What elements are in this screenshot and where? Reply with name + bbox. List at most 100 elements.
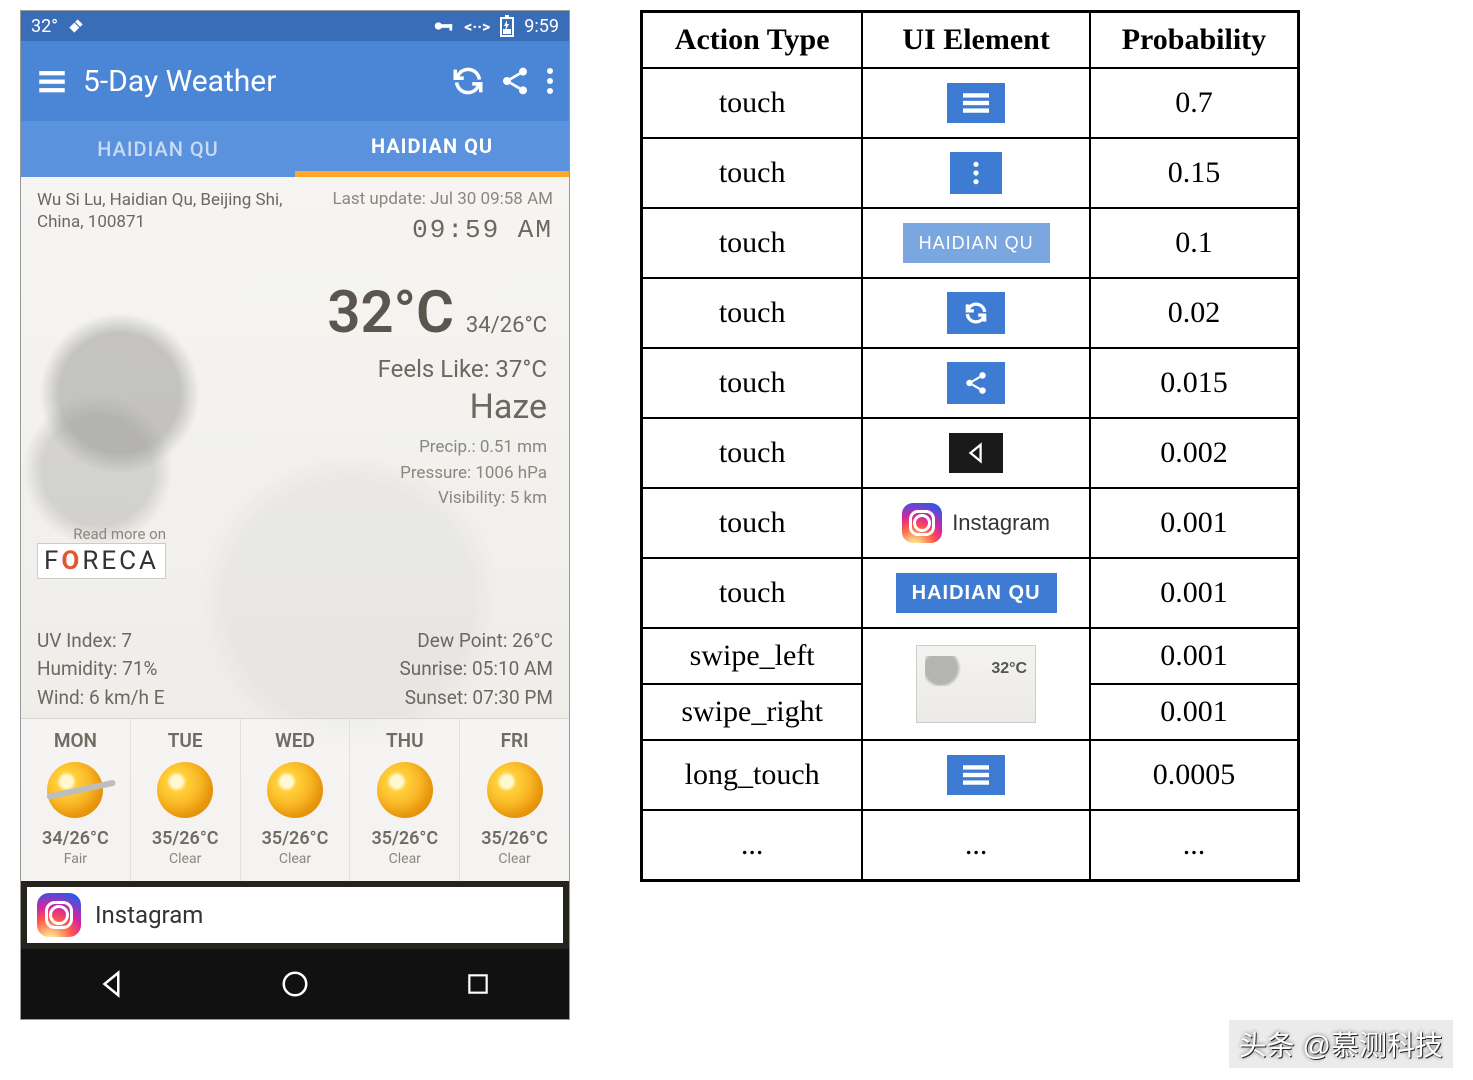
table-row: touch 0.015 <box>642 348 1299 418</box>
action-type: touch <box>642 68 863 138</box>
tab-chip-active: HAIDIAN QU <box>896 573 1057 613</box>
instagram-chip: Instagram <box>902 503 1050 543</box>
forecast-row[interactable]: MON34/26°CFairTUE 35/26°C Clear WED 35/26°C C… <box>21 718 569 881</box>
ui-element <box>862 418 1090 488</box>
sun-icon <box>47 762 103 818</box>
satellite-icon <box>66 16 86 36</box>
action-type: touch <box>642 418 863 488</box>
status-temp: 32° <box>31 16 58 37</box>
more-icon[interactable] <box>545 66 555 96</box>
day-name: TUE <box>135 729 236 752</box>
action-type: touch <box>642 488 863 558</box>
day-cond: Clear <box>135 851 236 867</box>
probability: 0.015 <box>1090 348 1299 418</box>
weather-panel-thumb <box>916 645 1036 723</box>
sun-icon <box>487 762 543 818</box>
day-temp: 35/26°C <box>245 828 346 849</box>
back-icon <box>949 433 1003 473</box>
sun-icon <box>377 762 433 818</box>
attribution[interactable]: Read more on FORECA <box>37 525 166 579</box>
current-temp: 32°C <box>327 279 454 347</box>
instagram-icon <box>37 893 81 937</box>
tab-chip-inactive: HAIDIAN QU <box>903 223 1050 263</box>
battery-icon <box>500 15 514 37</box>
status-bar: 32° <··> 9:59 <box>21 11 569 41</box>
recent-button[interactable] <box>458 964 498 1004</box>
feels-like: Feels Like: 37°C <box>43 355 547 383</box>
table-row: touch HAIDIAN QU 0.001 <box>642 558 1299 628</box>
action-type: touch <box>642 208 863 278</box>
forecast-day[interactable]: TUE 35/26°C Clear <box>131 719 241 881</box>
location-text: Wu Si Lu, Haidian Qu, Beijing Shi, China… <box>37 189 317 233</box>
notification-label: Instagram <box>95 901 203 929</box>
pressure: Pressure: 1006 hPa <box>43 461 547 487</box>
col-element: UI Element <box>862 12 1090 69</box>
notification-strip: Instagram <box>21 881 569 949</box>
day-cond: Clear <box>245 851 346 867</box>
day-temp: 35/26°C <box>354 828 455 849</box>
action-type: touch <box>642 138 863 208</box>
ui-element <box>862 740 1090 810</box>
status-time: 9:59 <box>524 16 559 37</box>
action-type: touch <box>642 348 863 418</box>
foreca-logo: FORECA <box>37 543 166 579</box>
forecast-day[interactable]: FRI 35/26°C Clear <box>460 719 569 881</box>
precip: Precip.: 0.51 mm <box>43 435 547 461</box>
ui-element: Instagram <box>862 488 1090 558</box>
ui-element <box>862 68 1090 138</box>
instagram-icon <box>902 503 942 543</box>
ui-element <box>862 278 1090 348</box>
condition: Haze <box>43 387 547 427</box>
app-title: 5-Day Weather <box>83 64 437 99</box>
action-type: touch <box>642 558 863 628</box>
day-name: THU <box>354 729 455 752</box>
ui-element: ... <box>862 810 1090 881</box>
tab-haidian-inactive[interactable]: HAIDIAN QU <box>21 121 295 177</box>
forecast-day[interactable]: MON34/26°CFair <box>21 719 131 881</box>
share-icon[interactable] <box>499 65 531 97</box>
forecast-day[interactable]: WED 35/26°C Clear <box>241 719 351 881</box>
refresh-icon[interactable] <box>451 64 485 98</box>
app-bar: 5-Day Weather <box>21 41 569 121</box>
data-icon: <··> <box>464 17 490 36</box>
action-probability-table: Action Type UI Element Probability touch… <box>640 10 1300 882</box>
col-prob: Probability <box>1090 12 1299 69</box>
refresh-icon <box>947 292 1005 334</box>
visibility: Visibility: 5 km <box>43 486 547 512</box>
action-type: swipe_left <box>642 628 863 684</box>
vpn-key-icon <box>432 15 454 37</box>
probability: 0.002 <box>1090 418 1299 488</box>
ui-element: HAIDIAN QU <box>862 208 1090 278</box>
probability: 0.001 <box>1090 558 1299 628</box>
probability: 0.15 <box>1090 138 1299 208</box>
instagram-notification[interactable]: Instagram <box>27 887 563 943</box>
probability: 0.001 <box>1090 628 1299 684</box>
day-temp: 35/26°C <box>464 828 565 849</box>
back-button[interactable] <box>92 964 132 1004</box>
day-name: WED <box>245 729 346 752</box>
table-row: touch0.7 <box>642 68 1299 138</box>
day-temp: 35/26°C <box>135 828 236 849</box>
home-button[interactable] <box>275 964 315 1004</box>
ui-element <box>862 628 1090 740</box>
last-update: Last update: Jul 30 09:58 AM <box>332 189 553 209</box>
menu-icon[interactable] <box>35 64 69 98</box>
forecast-day[interactable]: THU35/26°CClear <box>350 719 460 881</box>
menu-icon <box>947 755 1005 795</box>
action-type: long_touch <box>642 740 863 810</box>
watermark: 头条 @慕测科技 <box>1229 1020 1453 1068</box>
table-row: touch 0.002 <box>642 418 1299 488</box>
menu-icon <box>947 83 1005 123</box>
weather-panel[interactable]: Wu Si Lu, Haidian Qu, Beijing Shi, China… <box>21 177 569 949</box>
ui-element <box>862 138 1090 208</box>
tab-haidian-active[interactable]: HAIDIAN QU <box>295 121 569 177</box>
action-type: swipe_right <box>642 684 863 740</box>
ui-element: HAIDIAN QU <box>862 558 1090 628</box>
stats-left: UV Index: 7 Humidity: 71% Wind: 6 km/h E <box>37 627 165 713</box>
probability: 0.02 <box>1090 278 1299 348</box>
table-row: touchInstagram0.001 <box>642 488 1299 558</box>
ui-element <box>862 348 1090 418</box>
temp-range: 34/26°C <box>466 313 547 338</box>
day-cond: Clear <box>464 851 565 867</box>
day-name: FRI <box>464 729 565 752</box>
